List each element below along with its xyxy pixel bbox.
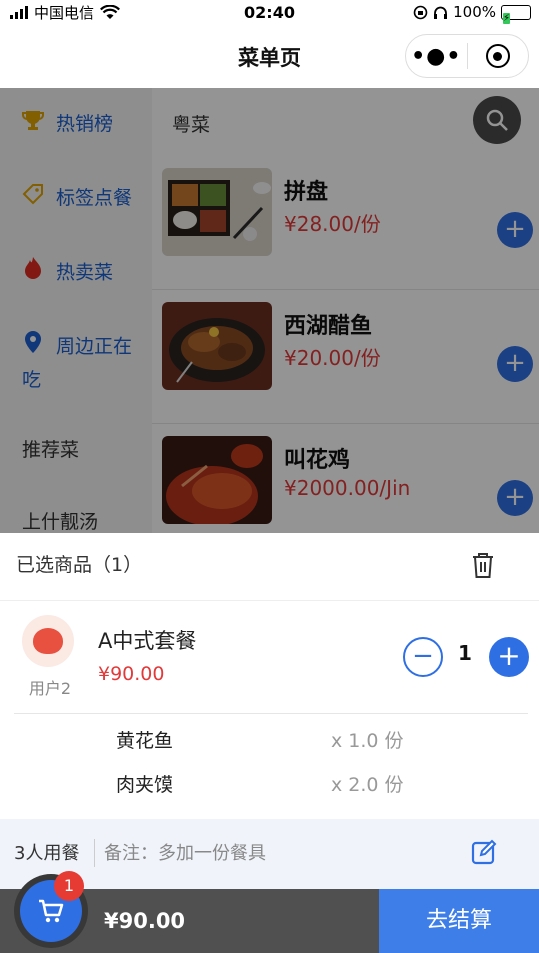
divider [94, 839, 95, 867]
total-price: ¥90.00 [104, 909, 186, 933]
component-name: 肉夹馍 [116, 774, 174, 796]
headphones-icon [434, 6, 448, 19]
order-item: 用户2 A中式套餐 ¥90.00 − 1 + [0, 601, 539, 714]
status-right: 100% ⚡ [413, 3, 531, 24]
component-qty: x 1.0 份 [331, 730, 404, 752]
set-component-row: 肉夹馍 x 2.0 份 [0, 760, 539, 804]
miniprogram-capsule: •●• [405, 34, 529, 78]
more-icon[interactable]: •●• [406, 44, 467, 69]
nav-bar: 菜单页 •●• [0, 24, 539, 88]
set-component-row: 黄花鱼 x 1.0 份 [0, 716, 539, 760]
battery-icon: ⚡ [501, 4, 531, 24]
close-miniprogram-button[interactable] [467, 44, 528, 68]
order-item-price: ¥90.00 [98, 663, 165, 685]
cart-icon [39, 899, 64, 923]
order-item-name: A中式套餐 [98, 629, 197, 653]
edit-icon[interactable] [471, 839, 497, 865]
battery-percent: 100% [453, 3, 496, 21]
component-name: 黄花鱼 [116, 730, 174, 752]
cart-count-badge: 1 [54, 871, 84, 901]
target-icon [485, 44, 510, 68]
component-qty: x 2.0 份 [331, 774, 404, 796]
increase-quantity-button[interactable]: + [489, 637, 529, 677]
user-label: 用户2 [28, 679, 72, 698]
rotation-lock-icon [413, 5, 428, 19]
cart-sheet: 已选商品（1） 用户2 A中式套餐 ¥90.00 − 1 + 黄花鱼 x 1.0… [0, 533, 539, 889]
avatar [22, 615, 74, 667]
diners-count[interactable]: 3人用餐 [14, 839, 79, 865]
remark-text[interactable]: 备注：多加一份餐具 [104, 839, 266, 865]
divider [14, 713, 528, 714]
checkout-button[interactable]: 去结算 [379, 889, 539, 953]
cart-sheet-header: 已选商品（1） [0, 533, 539, 601]
decrease-quantity-button[interactable]: − [403, 637, 443, 677]
quantity-value: 1 [458, 641, 472, 665]
status-bar: 中国电信 02:40 100% ⚡ [0, 0, 539, 24]
selected-items-label: 已选商品（1） [16, 554, 143, 576]
dim-overlay[interactable] [0, 88, 539, 533]
trash-icon[interactable] [471, 551, 495, 579]
